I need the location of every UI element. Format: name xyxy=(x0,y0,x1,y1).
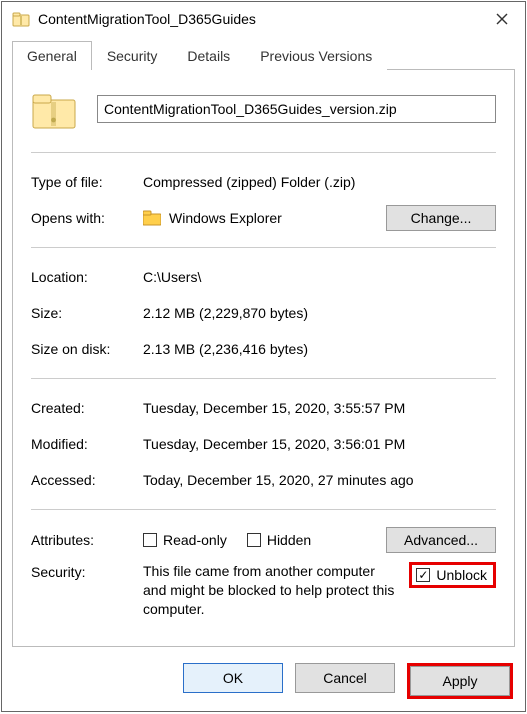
row-security: Security: This file came from another co… xyxy=(31,562,496,619)
checkbox-box-checked: ✓ xyxy=(416,568,430,582)
explorer-icon xyxy=(143,210,161,226)
row-type-of-file: Type of file: Compressed (zipped) Folder… xyxy=(31,167,496,197)
label-opens-with: Opens with: xyxy=(31,210,143,226)
label-accessed: Accessed: xyxy=(31,472,143,488)
label-modified: Modified: xyxy=(31,436,143,452)
checkbox-unblock[interactable]: ✓ Unblock xyxy=(416,567,487,583)
security-message: This file came from another computer and… xyxy=(143,562,409,619)
checkbox-box xyxy=(247,533,261,547)
tab-details[interactable]: Details xyxy=(172,41,245,70)
checkbox-readonly[interactable]: Read-only xyxy=(143,532,227,548)
row-size-on-disk: Size on disk: 2.13 MB (2,236,416 bytes) xyxy=(31,334,496,364)
zip-folder-icon xyxy=(12,10,30,28)
cancel-button[interactable]: Cancel xyxy=(295,663,395,693)
value-accessed: Today, December 15, 2020, 27 minutes ago xyxy=(143,472,496,488)
value-size: 2.12 MB (2,229,870 bytes) xyxy=(143,305,496,321)
highlight-apply: Apply xyxy=(407,663,513,699)
tab-security[interactable]: Security xyxy=(92,41,173,70)
tab-previous-versions[interactable]: Previous Versions xyxy=(245,41,387,70)
value-location: C:\Users\ xyxy=(143,269,496,285)
label-type-of-file: Type of file: xyxy=(31,174,143,190)
row-attributes: Attributes: Read-only Hidden Advanced... xyxy=(31,524,496,556)
zip-folder-icon-large xyxy=(31,86,77,132)
tab-panel-general: ContentMigrationTool_D365Guides_version.… xyxy=(12,69,515,647)
value-modified: Tuesday, December 15, 2020, 3:56:01 PM xyxy=(143,436,496,452)
checkbox-box xyxy=(143,533,157,547)
label-size-on-disk: Size on disk: xyxy=(31,341,143,357)
value-created: Tuesday, December 15, 2020, 3:55:57 PM xyxy=(143,400,496,416)
titlebar: ContentMigrationTool_D365Guides xyxy=(2,2,525,36)
close-icon xyxy=(496,13,508,25)
label-location: Location: xyxy=(31,269,143,285)
properties-dialog: ContentMigrationTool_D365Guides General … xyxy=(1,1,526,712)
label-created: Created: xyxy=(31,400,143,416)
value-size-on-disk: 2.13 MB (2,236,416 bytes) xyxy=(143,341,496,357)
row-modified: Modified: Tuesday, December 15, 2020, 3:… xyxy=(31,429,496,459)
separator xyxy=(31,378,496,379)
close-button[interactable] xyxy=(481,4,523,34)
row-created: Created: Tuesday, December 15, 2020, 3:5… xyxy=(31,393,496,423)
label-attributes: Attributes: xyxy=(31,532,143,548)
separator xyxy=(31,247,496,248)
apply-button[interactable]: Apply xyxy=(410,666,510,696)
window-title: ContentMigrationTool_D365Guides xyxy=(38,11,481,27)
row-size: Size: 2.12 MB (2,229,870 bytes) xyxy=(31,298,496,328)
filename-input[interactable]: ContentMigrationTool_D365Guides_version.… xyxy=(97,95,496,123)
row-opens-with: Opens with: Windows Explorer Change... xyxy=(31,203,496,233)
ok-button[interactable]: OK xyxy=(183,663,283,693)
tab-strip: General Security Details Previous Versio… xyxy=(2,36,525,69)
row-location: Location: C:\Users\ xyxy=(31,262,496,292)
change-button[interactable]: Change... xyxy=(386,205,496,231)
dialog-button-bar: OK Cancel Apply xyxy=(2,655,525,711)
row-accessed: Accessed: Today, December 15, 2020, 27 m… xyxy=(31,465,496,495)
advanced-button[interactable]: Advanced... xyxy=(386,527,496,553)
value-type-of-file: Compressed (zipped) Folder (.zip) xyxy=(143,174,496,190)
tab-general[interactable]: General xyxy=(12,41,92,70)
checkbox-hidden[interactable]: Hidden xyxy=(247,532,311,548)
separator xyxy=(31,152,496,153)
separator xyxy=(31,509,496,510)
checkbox-hidden-label: Hidden xyxy=(267,532,311,548)
checkbox-unblock-label: Unblock xyxy=(436,567,487,583)
checkbox-readonly-label: Read-only xyxy=(163,532,227,548)
label-security: Security: xyxy=(31,562,143,580)
label-size: Size: xyxy=(31,305,143,321)
value-opens-with: Windows Explorer xyxy=(169,210,282,226)
highlight-unblock: ✓ Unblock xyxy=(409,562,496,588)
